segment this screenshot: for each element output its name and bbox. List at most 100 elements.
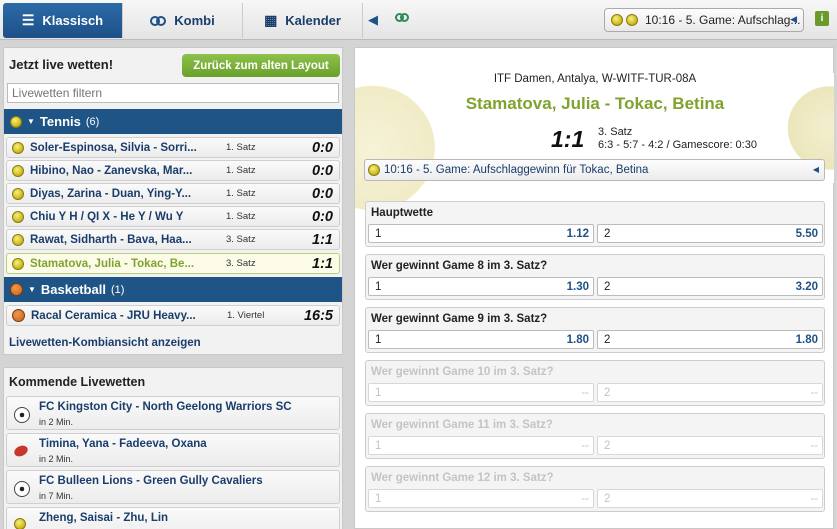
calendar-icon: ▦ [264, 12, 278, 28]
event-row[interactable]: Hibino, Nao - Zanevska, Mar... 1. Satz 0… [6, 160, 340, 181]
event-name: Diyas, Zarina - Duan, Ying-Y... [30, 187, 192, 200]
event-score: 1:1 [312, 255, 333, 272]
tennis-ball-icon [611, 14, 623, 26]
event-period: 1. Satz [226, 211, 256, 222]
event-name: Rawat, Sidharth - Bava, Haa... [30, 233, 192, 246]
list-icon: ☰ [21, 12, 35, 28]
event-period: 1. Satz [226, 188, 256, 199]
tennis-ball-icon [12, 210, 24, 223]
upcoming-item[interactable]: Zheng, Saisai - Zhu, Lin [6, 507, 340, 529]
rings-icon [150, 15, 167, 26]
event-score: 0:0 [312, 185, 333, 202]
odd-label: 1 [375, 334, 382, 346]
odd-label: 2 [604, 440, 611, 452]
odd-value: -- [581, 387, 589, 399]
event-period: 1. Viertel [227, 310, 265, 321]
upcoming-item[interactable]: Timina, Yana - Fadeeva, Oxana in 2 Min. [6, 433, 340, 467]
odd-button[interactable]: 2 5.50 [597, 224, 823, 243]
event-name: Stamatova, Julia - Tokac, Be... [30, 257, 195, 270]
live-ticker[interactable]: 10:16 - 5. Game: Aufschlag... ◀ [604, 8, 804, 32]
tab-kombi[interactable]: Kombi [123, 3, 243, 38]
odd-label: 2 [604, 334, 611, 346]
odd-button[interactable]: 1 1.12 [368, 224, 594, 243]
market-title: Wer gewinnt Game 9 im 3. Satz? [371, 313, 548, 325]
market-title: Hauptwette [371, 207, 433, 219]
odd-button-disabled: 2 -- [597, 436, 823, 455]
odd-button[interactable]: 2 1.80 [597, 330, 823, 349]
kombi-view-link[interactable]: Livewetten-Kombiansicht anzeigen [9, 337, 201, 349]
speaker-icon[interactable]: ◀︎ [368, 12, 378, 28]
event-name: Racal Ceramica - JRU Heavy... [31, 309, 196, 322]
upcoming-item[interactable]: FC Bulleen Lions - Green Gully Cavaliers… [6, 470, 340, 504]
tennis-ball-icon [368, 164, 380, 176]
sport-count: (6) [85, 115, 100, 128]
basketball-icon [10, 283, 23, 296]
tennis-ball-icon [10, 115, 22, 128]
event-title: Stamatova, Julia - Tokac, Betina [465, 94, 725, 113]
market-title: Wer gewinnt Game 10 im 3. Satz? [371, 366, 554, 378]
event-ticker[interactable]: 10:16 - 5. Game: Aufschlaggewinn für Tok… [364, 159, 825, 181]
event-row-selected[interactable]: Stamatova, Julia - Tokac, Be... 3. Satz … [6, 253, 340, 274]
tab-kalender[interactable]: ▦ Kalender [243, 3, 363, 38]
odd-label: 2 [604, 493, 611, 505]
odd-button[interactable]: 1 1.80 [368, 330, 594, 349]
old-layout-button[interactable]: Zurück zum alten Layout [182, 54, 340, 77]
tennis-ball-icon [12, 141, 24, 154]
sport-name: Tennis [39, 114, 81, 129]
chevron-down-icon: ▼ [28, 285, 36, 294]
event-period: 3. Satz [226, 258, 256, 269]
market-game-9: Wer gewinnt Game 9 im 3. Satz? 1 1.80 2 … [365, 307, 825, 353]
odd-value: -- [581, 440, 589, 452]
top-navigation: ☰ Klassisch Kombi ▦ Kalender ◀︎ 10:16 - … [0, 0, 837, 40]
event-row[interactable]: Rawat, Sidharth - Bava, Haa... 3. Satz 1… [6, 229, 340, 250]
odd-value: -- [581, 493, 589, 505]
chevron-left-icon[interactable]: ◀ [790, 14, 797, 25]
sport-name: Basketball [40, 282, 106, 297]
event-score: 0:0 [312, 208, 333, 225]
odd-value: 3.20 [795, 281, 818, 293]
event-set: 3. Satz [598, 126, 633, 138]
market-title: Wer gewinnt Game 12 im 3. Satz? [371, 472, 554, 484]
info-button[interactable]: i [815, 11, 829, 26]
odd-value: -- [810, 493, 818, 505]
live-rings-icon[interactable] [395, 13, 409, 23]
event-score: 0:0 [312, 139, 333, 156]
event-league: ITF Damen, Antalya, W-WITF-TUR-08A [493, 73, 697, 85]
sport-header-basketball[interactable]: ▼ Basketball (1) [4, 277, 342, 302]
odd-button[interactable]: 1 1.30 [368, 277, 594, 296]
event-period: 3. Satz [226, 234, 256, 245]
odd-button-disabled: 1 -- [368, 436, 594, 455]
ticker-text: 10:16 - 5. Game: Aufschlag... [645, 13, 801, 27]
upcoming-name: Zheng, Saisai - Zhu, Lin [39, 512, 169, 524]
event-row[interactable]: Racal Ceramica - JRU Heavy... 1. Viertel… [6, 305, 340, 326]
event-score: 16:5 [303, 307, 333, 324]
odd-button[interactable]: 2 3.20 [597, 277, 823, 296]
panel-title: Jetzt live wetten! [9, 57, 114, 72]
event-row[interactable]: Soler-Espinosa, Silvia - Sorri... 1. Sat… [6, 137, 340, 158]
odd-label: 1 [375, 228, 382, 240]
table-tennis-icon [12, 443, 30, 460]
live-betting-panel: Jetzt live wetten! Zurück zum alten Layo… [3, 47, 343, 355]
event-name: Soler-Espinosa, Silvia - Sorri... [30, 141, 197, 154]
odd-label: 2 [604, 387, 611, 399]
event-row[interactable]: Chiu Y H / QI X - He Y / Wu Y 1. Satz 0:… [6, 206, 340, 227]
event-score: 1:1 [551, 126, 585, 152]
event-score: 1:1 [312, 231, 333, 248]
upcoming-item[interactable]: FC Kingston City - North Geelong Warrior… [6, 396, 340, 430]
tab-label: Kombi [174, 13, 215, 28]
tennis-ball-icon [12, 233, 24, 246]
tab-klassisch[interactable]: ☰ Klassisch [3, 3, 123, 38]
event-row[interactable]: Diyas, Zarina - Duan, Ying-Y... 1. Satz … [6, 183, 340, 204]
odd-value: 1.30 [566, 281, 589, 293]
upcoming-live-bets-panel: Kommende Livewetten FC Kingston City - N… [3, 367, 343, 529]
tennis-ball-icon [12, 187, 24, 200]
event-period: 1. Satz [226, 165, 256, 176]
sport-header-tennis[interactable]: ▼ Tennis (6) [4, 109, 342, 134]
odd-button-disabled: 1 -- [368, 489, 594, 508]
chevron-left-icon[interactable]: ◀ [813, 165, 819, 174]
live-filter-input[interactable] [7, 83, 339, 103]
upcoming-time: in 2 Min. [39, 454, 74, 464]
market-hauptwette: Hauptwette 1 1.12 2 5.50 [365, 201, 825, 247]
odd-label: 1 [375, 281, 382, 293]
event-score: 0:0 [312, 162, 333, 179]
